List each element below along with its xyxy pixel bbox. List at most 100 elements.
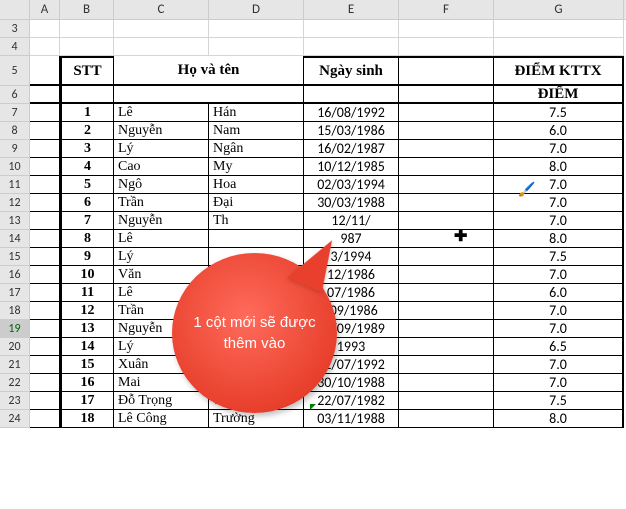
cell[interactable] (60, 20, 114, 38)
cell[interactable] (399, 38, 494, 56)
cell-blank[interactable] (399, 158, 494, 176)
cell[interactable] (60, 38, 114, 56)
cell[interactable] (399, 20, 494, 38)
cell-dob[interactable]: 15/03/1986 (304, 122, 399, 140)
cell-lastname[interactable]: Trần (114, 194, 209, 212)
header-name[interactable]: Họ và tên (114, 56, 304, 86)
cell[interactable] (30, 122, 60, 140)
cell-stt[interactable]: 8 (60, 230, 114, 248)
cell-score[interactable]: 7.5 (494, 392, 624, 410)
cell-score[interactable]: 7.0 (494, 194, 624, 212)
row-header-11[interactable]: 11 (0, 176, 30, 194)
col-header-A[interactable]: A (30, 0, 60, 19)
cell-blank[interactable] (399, 248, 494, 266)
cell-dob[interactable]: 30/03/1988 (304, 194, 399, 212)
cell[interactable] (30, 212, 60, 230)
row-header-18[interactable]: 18 (0, 302, 30, 320)
cell-firstname[interactable]: My (209, 158, 304, 176)
cell[interactable] (30, 176, 60, 194)
cell[interactable] (494, 20, 624, 38)
cell-score[interactable]: 7.0 (494, 140, 624, 158)
cell-blank[interactable] (399, 356, 494, 374)
row-header-17[interactable]: 17 (0, 284, 30, 302)
cell-score[interactable]: 7.0 (494, 176, 624, 194)
cell-blank[interactable] (399, 266, 494, 284)
cell-lastname[interactable]: Lê (114, 104, 209, 122)
cell-score[interactable]: 7.5 (494, 248, 624, 266)
cell[interactable] (30, 392, 60, 410)
col-header-B[interactable]: B (60, 0, 114, 19)
cell[interactable] (494, 38, 624, 56)
cell[interactable] (30, 374, 60, 392)
cell-stt[interactable]: 14 (60, 338, 114, 356)
col-header-G[interactable]: G (494, 0, 624, 19)
cell-score[interactable]: 8.0 (494, 410, 624, 428)
cell[interactable] (399, 86, 494, 104)
cell[interactable] (30, 338, 60, 356)
cell-stt[interactable]: 1 (60, 104, 114, 122)
cell-score[interactable]: 8.0 (494, 230, 624, 248)
cell-stt[interactable]: 6 (60, 194, 114, 212)
cell-score[interactable]: 7.0 (494, 374, 624, 392)
row-header-8[interactable]: 8 (0, 122, 30, 140)
cell-lastname[interactable]: Lê (114, 230, 209, 248)
cell-score[interactable]: 7.0 (494, 212, 624, 230)
cell-blank[interactable] (399, 392, 494, 410)
cell-blank[interactable] (399, 302, 494, 320)
cell[interactable] (30, 104, 60, 122)
cell-score[interactable]: 6.5 (494, 338, 624, 356)
cell-lastname[interactable]: Nguyễn (114, 212, 209, 230)
cell-firstname[interactable]: Đại (209, 194, 304, 212)
row-header-15[interactable]: 15 (0, 248, 30, 266)
row-header-21[interactable]: 21 (0, 356, 30, 374)
cell-dob[interactable]: 10/12/1985 (304, 158, 399, 176)
cell-blank[interactable] (399, 194, 494, 212)
header-blank[interactable] (399, 56, 494, 86)
header-score[interactable]: ĐIỂM (494, 86, 624, 104)
cell[interactable] (30, 248, 60, 266)
cell-score[interactable]: 7.0 (494, 266, 624, 284)
cell-stt[interactable]: 10 (60, 266, 114, 284)
row-header-10[interactable]: 10 (0, 158, 30, 176)
cell-blank[interactable] (399, 104, 494, 122)
row-header-19[interactable]: 19 (0, 320, 30, 338)
cell-score[interactable]: 7.0 (494, 320, 624, 338)
cell-dob[interactable]: 02/03/1994 (304, 176, 399, 194)
cell[interactable] (304, 86, 399, 104)
select-all-corner[interactable] (0, 0, 30, 19)
cell-score[interactable]: 6.0 (494, 122, 624, 140)
cell[interactable] (30, 86, 60, 104)
cell-lastname[interactable]: Nguyễn (114, 122, 209, 140)
cell-blank[interactable] (399, 140, 494, 158)
row-header-7[interactable]: 7 (0, 104, 30, 122)
cell-score[interactable]: 6.0 (494, 284, 624, 302)
cell-stt[interactable]: 17 (60, 392, 114, 410)
cell-stt[interactable]: 18 (60, 410, 114, 428)
cell-firstname[interactable] (209, 230, 304, 248)
col-header-F[interactable]: F (399, 0, 494, 19)
cell-lastname[interactable]: Cao (114, 158, 209, 176)
cell[interactable] (30, 194, 60, 212)
cell-blank[interactable] (399, 284, 494, 302)
cell-dob[interactable]: 12/11/ (304, 212, 399, 230)
cell[interactable] (30, 158, 60, 176)
cell[interactable] (209, 38, 304, 56)
cell[interactable] (30, 20, 60, 38)
cell[interactable] (30, 320, 60, 338)
row-header-5[interactable]: 5 (0, 56, 30, 86)
cell-blank[interactable] (399, 176, 494, 194)
cell[interactable] (114, 38, 209, 56)
cell[interactable] (114, 20, 209, 38)
cell-stt[interactable]: 7 (60, 212, 114, 230)
cell-dob[interactable]: 16/08/1992 (304, 104, 399, 122)
cell-blank[interactable] (399, 212, 494, 230)
cell-score[interactable]: 7.0 (494, 302, 624, 320)
cell-score[interactable]: 7.0 (494, 356, 624, 374)
cell[interactable] (30, 356, 60, 374)
cell-stt[interactable]: 9 (60, 248, 114, 266)
cell-firstname[interactable]: Nam (209, 122, 304, 140)
row-header-12[interactable]: 12 (0, 194, 30, 212)
cell-stt[interactable]: 3 (60, 140, 114, 158)
cell[interactable] (30, 284, 60, 302)
cell-stt[interactable]: 13 (60, 320, 114, 338)
